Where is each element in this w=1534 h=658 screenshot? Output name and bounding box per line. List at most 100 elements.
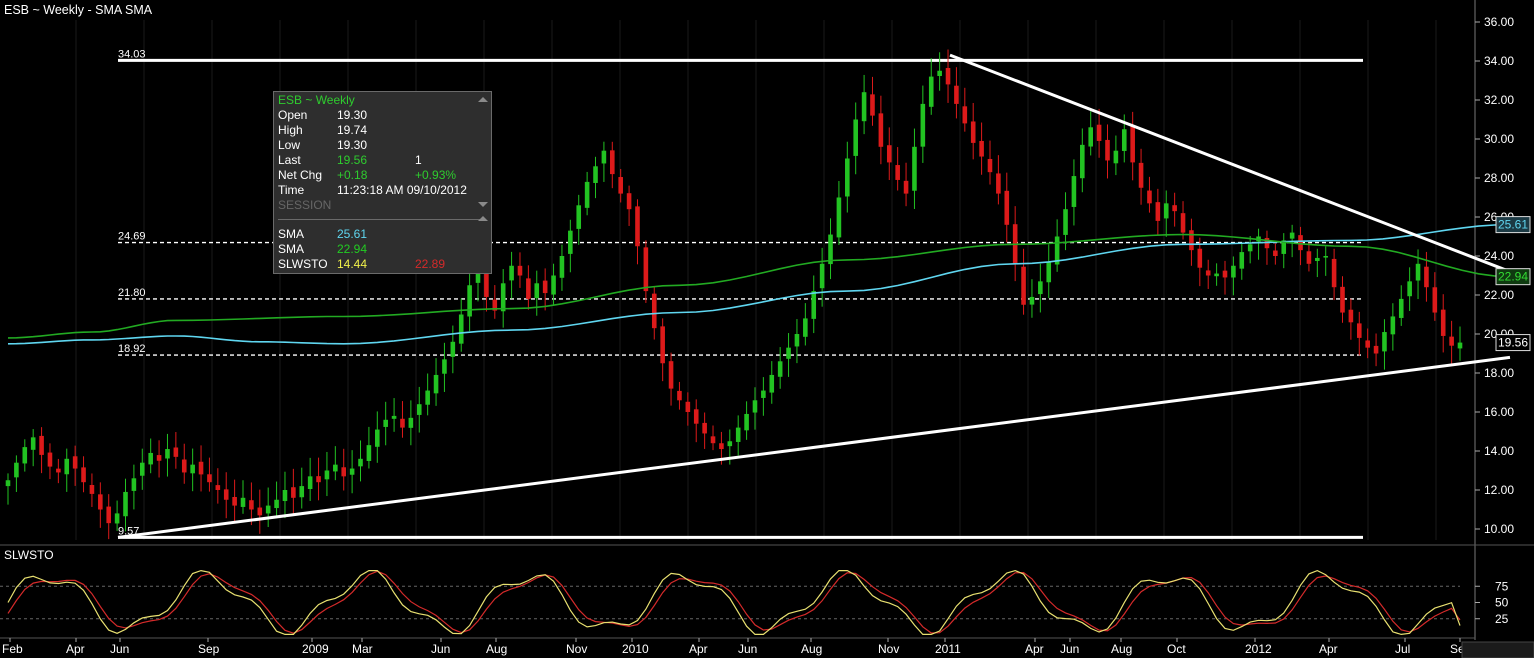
candle-body [1373,345,1379,354]
x-tick-label: Aug [801,642,822,656]
candle-body [249,500,254,510]
tooltip-row-value: 19.74 [337,123,368,137]
stoch-tick-label: 50 [1495,596,1509,610]
x-tick-label: Jun [738,642,757,656]
y-tick-label: 36.00 [1484,15,1514,29]
candle-body [1390,316,1396,335]
candle-body [1273,250,1278,256]
candle-body [1247,244,1253,252]
x-tick-label: Apr [1319,642,1338,656]
tooltip-row-value: 11:23:18 AM 09/10/2012 [337,183,467,197]
candle-body [668,361,674,389]
candle-body [517,265,523,276]
x-tick-label: Jul [1395,642,1410,656]
candle-body [223,489,229,500]
candle-body [1113,150,1119,164]
x-tick-label: Aug [1111,642,1132,656]
candle-body [72,456,78,469]
candle-body [853,119,858,156]
candle-body [131,478,137,491]
session-label: SESSION [278,198,332,212]
candle-body [811,291,817,319]
x-tick-label: Jun [1060,642,1079,656]
candle-body [1382,332,1387,352]
indicator-value: 22.94 [337,242,368,256]
y-tick-label: 22.00 [1484,288,1514,302]
candle-body [719,443,724,450]
level-label: 34.03 [118,48,146,60]
tooltip-row-label: High [278,123,303,137]
candle-body [643,247,649,292]
candle-body [1130,126,1135,163]
candle-body [307,476,313,490]
candle-body [316,476,321,483]
candle-body [584,181,590,208]
x-tick-label: Sep [198,642,220,656]
collapse-icon[interactable] [478,202,488,207]
candle-body [207,474,212,483]
candle-body [81,467,86,483]
candle-body [39,435,44,455]
candle-body [794,334,800,347]
y-tick-label: 28.00 [1484,171,1514,185]
candle-body [1105,139,1110,161]
x-tick-label: Aug [486,642,507,656]
candle-body [1088,127,1093,147]
candle-body [651,293,657,329]
candle-body [626,193,632,210]
tooltip-row-value: 19.30 [337,108,368,122]
candle-body [1306,251,1312,264]
y-tick-label: 24.00 [1484,249,1514,263]
candle-body [928,76,934,107]
scroll-down-icon[interactable] [478,216,488,221]
candle-body [1356,323,1362,338]
candle-body [30,437,36,450]
candle-body [139,462,145,476]
candle-body [769,374,775,393]
tooltip-row-label: Last [278,153,301,167]
candle-body [786,347,791,359]
chart-title: ESB ~ Weekly - SMA SMA [4,3,153,17]
x-tick-label: 2011 [935,642,961,656]
candle-body [14,462,19,478]
tooltip-row-label: Open [278,108,308,122]
candle-body [635,206,640,247]
candle-body [1365,340,1370,348]
candle-body [845,158,850,197]
candle-body [744,413,749,431]
candle-body [677,390,682,401]
candle-body [979,140,984,157]
candle-body [819,263,825,289]
y-tick-label: 32.00 [1484,93,1514,107]
candle-body [383,419,388,427]
tooltip-title: ESB ~ Weekly [278,93,355,107]
candle-body [610,150,615,175]
candle-body [1331,258,1337,288]
x-tick-label: Apr [1025,642,1044,656]
candle-body [324,470,330,480]
candle-body [190,464,195,474]
value-badge-label: 22.94 [1498,270,1528,284]
candle-body [106,506,112,524]
candle-body [156,455,162,461]
ohlc-tooltip[interactable]: ESB ~ Weekly Open 19.30 High 19.74 Low 19.30 L… [273,91,492,274]
candle-body [1340,286,1345,313]
scroll-up-icon[interactable] [478,97,488,102]
x-tick-label: Jun [431,642,450,656]
y-tick-label: 30.00 [1484,132,1514,146]
candle-body [114,513,120,524]
candle-body [98,494,103,510]
candle-body [1231,265,1236,278]
candle-body [1096,124,1102,141]
candle-body [886,145,892,163]
stochastic-label: SLWSTO [4,548,54,562]
candle-body [408,417,414,428]
candle-body [1155,202,1161,221]
candle-body [912,146,917,191]
candle-body [148,452,153,465]
candle-body [1004,190,1010,225]
candle-body [232,496,237,506]
candle-body [878,113,884,147]
candle-body [366,445,372,461]
stock-chart: 34.0324.6921.8018.929.57 10.0012.0014.00… [0,0,1534,658]
